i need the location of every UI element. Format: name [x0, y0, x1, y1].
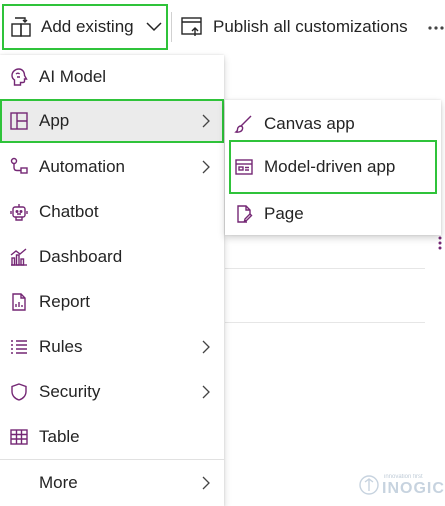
add-existing-icon — [10, 16, 32, 38]
add-existing-menu: AI Model App Automation Chatbot Dashboar… — [0, 55, 224, 506]
background-divider — [225, 322, 425, 323]
menu-item-label: Security — [39, 382, 101, 401]
inogic-watermark-logo: innovation first INOGIC — [358, 471, 445, 501]
table-icon — [9, 427, 29, 447]
menu-divider — [0, 459, 224, 460]
chevron-right-icon — [200, 475, 212, 491]
row-more-icon — [438, 236, 442, 250]
menu-item-label: Chatbot — [39, 202, 99, 221]
publish-label: Publish all customizations — [213, 17, 408, 36]
submenu-item-label: Canvas app — [264, 114, 355, 133]
watermark-brand: INOGIC — [382, 480, 445, 497]
chevron-right-icon — [200, 159, 212, 175]
command-bar: Add existing Publish all customizations — [0, 0, 445, 54]
model-driven-app-icon — [234, 157, 254, 177]
submenu-item-page[interactable]: Page — [225, 192, 441, 236]
automation-icon — [9, 157, 29, 177]
dashboard-icon — [9, 247, 29, 267]
submenu-item-label: Model-driven app — [264, 157, 396, 176]
menu-item-label: More — [39, 473, 78, 492]
menu-item-more[interactable]: More — [0, 461, 224, 505]
menu-item-table[interactable]: Table — [0, 415, 224, 459]
publish-all-button[interactable]: Publish all customizations — [178, 4, 418, 50]
chevron-right-icon — [200, 384, 212, 400]
ai-model-icon — [9, 67, 29, 87]
rules-icon — [9, 337, 29, 357]
menu-item-label: Rules — [39, 337, 83, 356]
more-options-icon[interactable] — [426, 14, 445, 40]
menu-item-label: Automation — [39, 157, 125, 176]
canvas-app-icon — [234, 114, 254, 134]
menu-item-report[interactable]: Report — [0, 280, 224, 324]
menu-item-label: Dashboard — [39, 247, 123, 266]
chevron-down-icon — [146, 22, 162, 32]
add-existing-button[interactable]: Add existing — [2, 4, 168, 50]
chevron-right-icon — [200, 113, 212, 129]
menu-item-dashboard[interactable]: Dashboard — [0, 235, 224, 279]
menu-item-automation[interactable]: Automation — [0, 145, 224, 189]
shield-icon — [9, 382, 29, 402]
page-icon — [234, 204, 254, 224]
toolbar-divider — [171, 12, 172, 42]
menu-item-app[interactable]: App — [0, 99, 224, 143]
background-divider — [225, 268, 425, 269]
menu-item-rules[interactable]: Rules — [0, 325, 224, 369]
add-existing-label: Add existing — [41, 17, 134, 36]
menu-item-ai-model[interactable]: AI Model — [0, 55, 224, 99]
app-icon — [9, 111, 29, 131]
report-icon — [9, 292, 29, 312]
menu-item-label: AI Model — [39, 67, 107, 86]
app-submenu: Canvas app Model-driven app Page — [225, 100, 441, 235]
menu-item-label: App — [39, 111, 70, 130]
chevron-right-icon — [200, 339, 212, 355]
menu-item-chatbot[interactable]: Chatbot — [0, 190, 224, 234]
publish-icon — [180, 16, 204, 38]
menu-item-label: Report — [39, 292, 91, 311]
menu-item-label: Table — [39, 427, 80, 446]
menu-item-security[interactable]: Security — [0, 370, 224, 414]
chatbot-icon — [9, 202, 29, 222]
submenu-item-label: Page — [264, 204, 304, 223]
submenu-item-model-driven-app[interactable]: Model-driven app — [229, 140, 437, 194]
